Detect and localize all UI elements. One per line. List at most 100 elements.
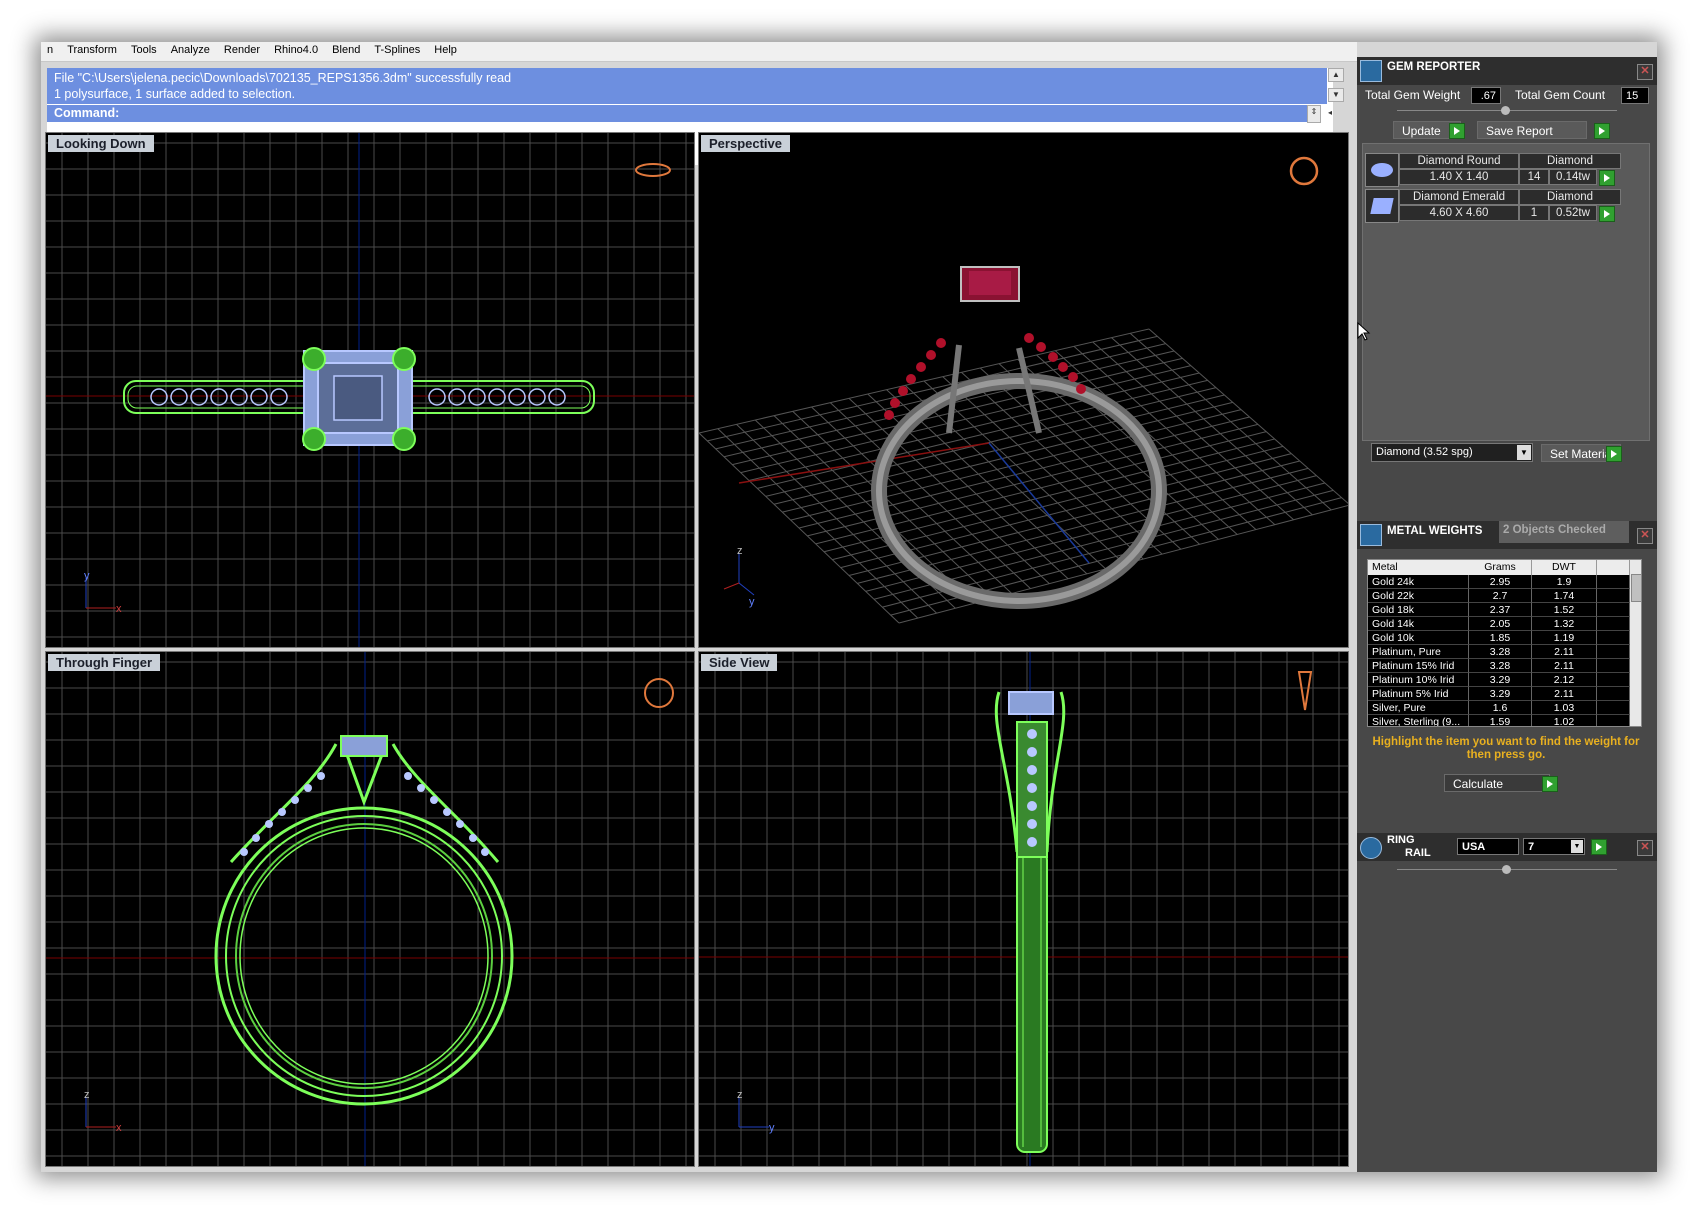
table-row[interactable]: Gold 14k 2.05 1.32 [1368,617,1641,631]
viewport-perspective[interactable]: Perspective z y [698,132,1349,648]
material-select[interactable]: Diamond (3.52 spg) ▼ [1371,443,1533,462]
app-window: n Transform Tools Analyze Render Rhino4.… [41,42,1657,1172]
metal-weights-hint: Highlight the item you want to find the … [1372,736,1640,761]
ring-size-select[interactable]: 7 ▼ [1523,838,1585,855]
table-row[interactable]: Platinum 5% Irid 3.29 2.11 [1368,687,1641,701]
viewport-title[interactable]: Side View [701,654,778,671]
chevron-down-icon[interactable]: ▼ [1517,445,1531,460]
ring-rail-title-line2: RAIL [1405,847,1431,859]
viewport-title[interactable]: Perspective [701,135,790,152]
ring-side-wireframe: z y [699,652,1348,1166]
grams-cell: 3.29 [1469,673,1532,687]
dwt-cell: 1.03 [1532,701,1597,715]
metal-cell: Platinum, Pure [1368,645,1469,659]
table-row[interactable]: Gold 24k 2.95 1.9 [1368,575,1641,589]
material-select-value: Diamond (3.52 spg) [1376,446,1473,458]
column-header-dwt[interactable]: DWT [1532,560,1597,575]
save-report-go-button[interactable] [1594,123,1610,139]
chevron-down-icon[interactable]: ▼ [1571,840,1583,853]
viewport-looking-down[interactable]: Looking Down y x [45,132,695,648]
table-row[interactable]: Gold 10k 1.85 1.19 [1368,631,1641,645]
scrollbar[interactable] [1630,560,1641,726]
save-report-button[interactable]: Save Report [1477,121,1587,139]
menu-item-transform[interactable]: Transform [61,42,122,56]
gem-reporter-title: GEM REPORTER [1387,61,1481,73]
menu-item-tools[interactable]: Tools [125,42,162,56]
viewport-through-finger[interactable]: Through Finger z x [45,651,695,1167]
gem-size: 1.40 X 1.40 [1399,169,1519,185]
menu-item-tsplines[interactable]: T-Splines [368,42,425,56]
grams-cell: 2.37 [1469,603,1532,617]
metal-weights-header: METAL WEIGHTS 2 Objects Checked ✕ [1357,521,1657,549]
metal-cell: Platinum 15% Irid [1368,659,1469,673]
grams-cell: 3.29 [1469,687,1532,701]
ring-rail-slider-thumb[interactable] [1502,865,1511,874]
menu-item-rhino40[interactable]: Rhino4.0 [268,42,323,56]
gem-material: Diamond [1519,189,1621,205]
ring-rail-go-button[interactable] [1591,839,1607,855]
metal-weights-table[interactable]: Metal Grams DWT Gold 24k 2.95 1.9 Gold 22k 2… [1367,559,1642,727]
blank-cell [1597,575,1630,589]
command-prompt: Command: [54,106,120,120]
table-row[interactable]: Platinum 10% Irid 3.29 2.12 [1368,673,1641,687]
close-icon[interactable]: ✕ [1637,840,1653,856]
metal-weights-status: 2 Objects Checked [1499,521,1629,543]
gem-go-button[interactable] [1599,206,1615,222]
column-header-grams[interactable]: Grams [1469,560,1532,575]
table-row[interactable]: Platinum, Pure 3.28 2.11 [1368,645,1641,659]
update-go-button[interactable] [1449,123,1465,139]
total-gem-count-label: Total Gem Count [1515,88,1606,102]
scrollbar-thumb[interactable] [1631,574,1641,602]
gem-row[interactable]: Diamond Emerald Diamond 4.60 X 4.60 1 0.… [1365,189,1633,223]
spin-button[interactable]: ⇕ [1307,105,1321,123]
menu-item-render[interactable]: Render [218,42,265,56]
table-row[interactable]: Platinum 15% Irid 3.28 2.11 [1368,659,1641,673]
scroll-left-button[interactable]: ◂ [1323,107,1337,119]
dwt-cell: 1.32 [1532,617,1597,631]
menu-item-analyze[interactable]: Analyze [165,42,215,56]
gem-row[interactable]: Diamond Round Diamond 1.40 X 1.40 14 0.1… [1365,153,1633,187]
table-row[interactable]: Gold 18k 2.37 1.52 [1368,603,1641,617]
table-row[interactable]: Gold 22k 2.7 1.74 [1368,589,1641,603]
gem-reporter-header: GEM REPORTER ✕ [1357,57,1657,85]
viewport-title[interactable]: Through Finger [48,654,161,671]
metal-cell: Gold 18k [1368,603,1469,617]
command-input[interactable]: Command: [47,104,1307,122]
svg-text:z: z [84,1089,90,1101]
calculate-button[interactable]: Calculate [1444,774,1550,792]
close-icon[interactable]: ✕ [1637,64,1653,80]
viewport-title[interactable]: Looking Down [48,135,154,152]
menu-item-blend[interactable]: Blend [326,42,365,56]
ring-top-wireframe: y x [46,133,694,647]
table-row[interactable]: Silver, Sterling (9... 1.59 1.02 [1368,715,1641,726]
gem-weight: 0.52tw [1549,205,1597,221]
table-row[interactable]: Silver, Pure 1.6 1.03 [1368,701,1641,715]
svg-text:y: y [84,570,90,582]
gem-count: 14 [1519,169,1549,185]
scroll-down-button[interactable]: ▼ [1328,88,1344,102]
menu-item-truncated[interactable]: n [41,42,58,56]
grams-cell: 1.6 [1469,701,1532,715]
viewport-side-view[interactable]: Side View z y [698,651,1349,1167]
gem-go-button[interactable] [1599,170,1615,186]
plugin-panel: GEM REPORTER ✕ Total Gem Weight .67 Tota… [1357,57,1657,1172]
command-history-line: File "C:\Users\jelena.pecic\Downloads\70… [54,71,512,85]
dwt-cell: 1.02 [1532,715,1597,726]
blank-cell [1597,645,1630,659]
grams-cell: 1.85 [1469,631,1532,645]
column-header-metal[interactable]: Metal [1368,560,1470,575]
set-material-go-button[interactable] [1606,446,1622,462]
calculate-go-button[interactable] [1542,776,1558,792]
ring-size-region-field[interactable]: USA [1457,838,1519,855]
menu-item-help[interactable]: Help [428,42,462,56]
close-icon[interactable]: ✕ [1637,528,1653,544]
svg-text:x: x [116,1122,122,1134]
grams-cell: 2.05 [1469,617,1532,631]
metal-cell: Silver, Pure [1368,701,1469,715]
gem-name: Diamond Emerald [1399,189,1519,205]
scroll-up-button[interactable]: ▲ [1328,68,1344,82]
slider-thumb[interactable] [1501,106,1510,115]
metal-cell: Gold 14k [1368,617,1469,631]
gem-round-icon [1365,153,1399,187]
grams-cell: 2.7 [1469,589,1532,603]
